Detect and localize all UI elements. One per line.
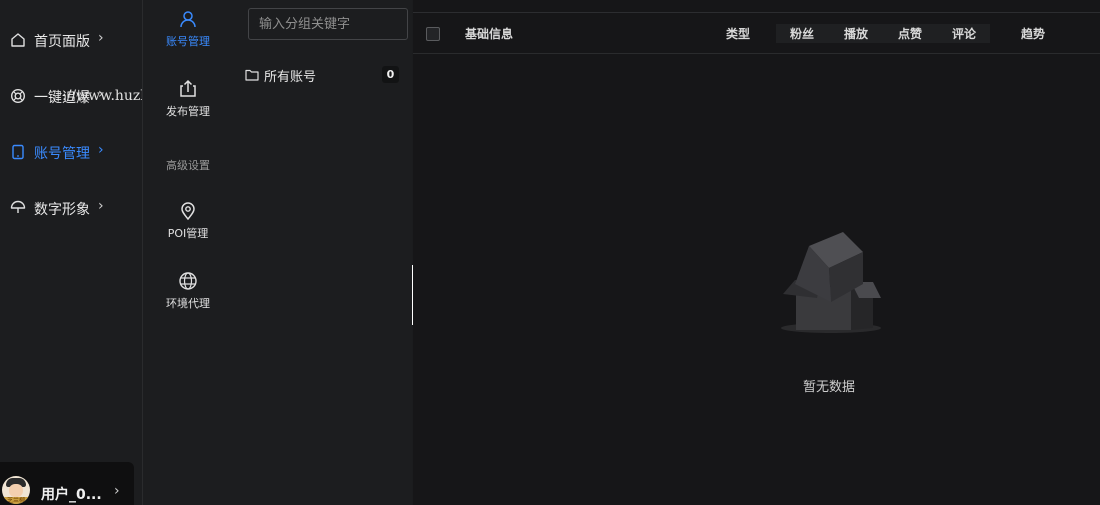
umbrella-icon xyxy=(9,199,27,217)
user-icon xyxy=(177,8,199,30)
folder-icon xyxy=(245,67,259,86)
chevron-right-icon: › xyxy=(98,142,104,158)
nav-label: 首页面版 xyxy=(34,34,90,50)
avatar: 芝兰柳 xyxy=(2,476,30,504)
sub-item-label: 高级设置 xyxy=(166,159,210,172)
chevron-right-icon: › xyxy=(114,483,120,499)
group-search-input[interactable] xyxy=(248,8,408,40)
table-header: 基础信息 类型 粉丝 播放 点赞 评论 趋势 xyxy=(413,14,1100,54)
avatar-badge: 芝兰柳 xyxy=(4,497,28,504)
empty-state-text: 暂无数据 xyxy=(803,380,856,395)
column-header-likes[interactable]: 点赞 xyxy=(898,25,922,42)
sub-item-proxy[interactable]: 环境代理 xyxy=(143,270,233,311)
nav-label: 数字形象 xyxy=(34,202,90,218)
column-header-trend: 趋势 xyxy=(1021,27,1046,41)
nav-label: 账号管理 xyxy=(34,146,90,162)
nav-item-digital-avatar[interactable]: 数字形象 › xyxy=(0,190,142,226)
user-name: 用户_0... xyxy=(41,487,102,503)
user-card[interactable]: 芝兰柳 用户_0... › xyxy=(0,462,134,505)
empty-state-illustration xyxy=(781,232,881,338)
select-all-checkbox[interactable] xyxy=(426,27,440,41)
left-nav: 首页面版 › 一键追爆 › ://www.huzhan.com/ishop538… xyxy=(0,0,288,505)
group-item-all-accounts[interactable]: 所有账号 0 xyxy=(245,66,399,86)
sub-item-poi[interactable]: POI管理 xyxy=(143,200,233,241)
chevron-right-icon: › xyxy=(98,30,104,46)
sub-item-publish[interactable]: 发布管理 xyxy=(143,78,233,119)
nav-item-home[interactable]: 首页面版 › xyxy=(0,22,142,58)
nav-item-trending[interactable]: 一键追爆 › xyxy=(0,78,142,114)
chevron-right-icon: › xyxy=(98,86,104,102)
chevron-right-icon: › xyxy=(98,198,104,214)
column-header-basic-info: 基础信息 xyxy=(465,27,514,41)
home-icon xyxy=(9,31,27,49)
group-count-badge: 0 xyxy=(382,66,399,83)
group-label: 所有账号 xyxy=(264,70,317,85)
main-content: 基础信息 类型 粉丝 播放 点赞 评论 趋势 暂无数据 xyxy=(413,0,1100,505)
upload-icon xyxy=(177,78,199,100)
column-header-fans[interactable]: 粉丝 xyxy=(790,25,814,42)
sub-item-accounts[interactable]: 账号管理 xyxy=(143,8,233,49)
globe-icon xyxy=(177,270,199,292)
tablet-icon xyxy=(9,143,27,161)
divider xyxy=(413,12,1100,13)
group-panel: 所有账号 0 xyxy=(233,0,412,505)
column-header-comments[interactable]: 评论 xyxy=(952,25,976,42)
column-header-plays[interactable]: 播放 xyxy=(844,25,868,42)
lifebuoy-icon xyxy=(9,87,27,105)
nav-label: 一键追爆 xyxy=(34,90,90,106)
sub-item-advanced-settings[interactable]: 高级设置 xyxy=(143,157,233,173)
sub-item-label: 环境代理 xyxy=(166,297,210,310)
nav-item-accounts[interactable]: 账号管理 › xyxy=(0,134,142,170)
sub-nav: 账号管理 发布管理 高级设置 POI管理 环境代理 xyxy=(142,0,234,505)
location-pin-icon xyxy=(177,200,199,222)
sub-item-label: 账号管理 xyxy=(166,35,210,48)
sub-item-label: 发布管理 xyxy=(166,105,210,118)
column-header-type[interactable]: 类型 xyxy=(726,25,750,42)
sub-item-label: POI管理 xyxy=(167,227,209,240)
